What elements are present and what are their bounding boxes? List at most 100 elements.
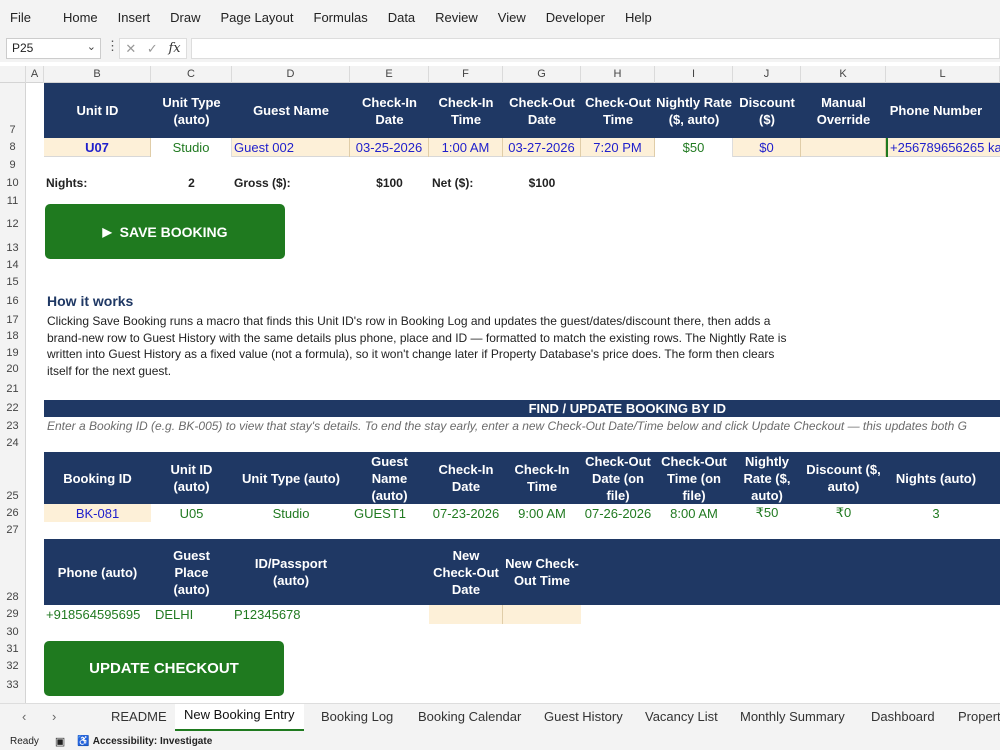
tab-scroll-left-icon[interactable]: ‹ — [22, 709, 26, 724]
row-30[interactable]: 30 — [0, 624, 26, 641]
row-31[interactable]: 31 — [0, 641, 26, 658]
next-field-input[interactable]: ka — [988, 138, 1000, 157]
new-checkout-time-input[interactable] — [503, 605, 581, 624]
row-7[interactable]: 7 — [0, 83, 26, 138]
tab-booking-log[interactable]: Booking Log — [321, 709, 393, 724]
menu-draw[interactable]: Draw — [170, 10, 200, 25]
col-i[interactable]: I — [655, 66, 733, 83]
formula-bar: P25 ⌄ ⋮ ✕ ✓ fx — [0, 34, 1000, 62]
tab-booking-calendar[interactable]: Booking Calendar — [418, 709, 521, 724]
row-17[interactable]: 17 — [0, 312, 26, 328]
row-14[interactable]: 14 — [0, 257, 26, 274]
unit-id-input[interactable]: U07 — [44, 138, 151, 157]
menu-data[interactable]: Data — [388, 10, 415, 25]
save-booking-button[interactable]: ▶ SAVE BOOKING — [45, 204, 285, 259]
header-guest-name: Guest Name — [253, 103, 329, 118]
tab-scroll-right-icon[interactable]: › — [52, 709, 56, 724]
manual-override-input[interactable] — [801, 138, 886, 157]
row-24[interactable]: 24 — [0, 435, 26, 452]
header-find-guest-name: Guest Name (auto) — [371, 453, 408, 503]
row-27[interactable]: 27 — [0, 522, 26, 539]
row-18[interactable]: 18 — [0, 328, 26, 345]
header-manual-override: Manual Override — [816, 94, 871, 127]
menu-view[interactable]: View — [498, 10, 526, 25]
col-d[interactable]: D — [232, 66, 350, 83]
chevron-down-icon[interactable]: ⌄ — [87, 40, 96, 53]
row-32[interactable]: 32 — [0, 658, 26, 675]
tab-monthly-summary[interactable]: Monthly Summary — [740, 709, 845, 724]
column-headers: A B C D E F G H I J K L — [0, 66, 1000, 83]
tab-guest-history[interactable]: Guest History — [544, 709, 623, 724]
tab-property[interactable]: Propert — [958, 709, 1000, 724]
tab-readme[interactable]: README — [111, 709, 167, 724]
row-15[interactable]: 15 — [0, 274, 26, 291]
how-line: written into Guest History as a fixed va… — [47, 347, 775, 361]
macro-icon[interactable]: ▣ — [55, 735, 65, 748]
row-23[interactable]: 23 — [0, 417, 26, 435]
col-e[interactable]: E — [350, 66, 429, 83]
discount-input[interactable]: $0 — [733, 138, 801, 157]
row-19[interactable]: 19 — [0, 345, 26, 361]
menu-help[interactable]: Help — [625, 10, 652, 25]
row-16[interactable]: 16 — [0, 291, 26, 312]
row-20[interactable]: 20 — [0, 361, 26, 378]
col-g[interactable]: G — [503, 66, 581, 83]
check-icon[interactable]: ✓ — [147, 41, 158, 57]
new-checkout-date-input[interactable] — [429, 605, 503, 624]
row-25[interactable]: 25 — [0, 452, 26, 504]
col-f[interactable]: F — [429, 66, 503, 83]
row-33[interactable]: 33 — [0, 675, 26, 703]
col-c[interactable]: C — [151, 66, 232, 83]
row-28[interactable]: 28 — [0, 539, 26, 605]
booking-id-input[interactable]: BK-081 — [44, 504, 151, 522]
name-box[interactable]: P25 ⌄ — [6, 38, 101, 59]
row-29[interactable]: 29 — [0, 605, 26, 624]
checkout-date-input[interactable]: 03-27-2026 — [503, 138, 581, 157]
cancel-icon[interactable]: ✕ — [125, 41, 136, 57]
col-a[interactable]: A — [26, 66, 44, 83]
row-11[interactable]: 11 — [0, 193, 26, 209]
phone-number-input[interactable]: +256789656265 — [886, 138, 988, 157]
menu-insert[interactable]: Insert — [118, 10, 151, 25]
header-checkout-time: Check-Out Time — [585, 94, 651, 127]
row-13[interactable]: 13 — [0, 240, 26, 257]
guest-name-input[interactable]: Guest 002 — [232, 138, 350, 157]
col-b[interactable]: B — [44, 66, 151, 83]
checkin-date-input[interactable]: 03-25-2026 — [350, 138, 429, 157]
update-checkout-button[interactable]: UPDATE CHECKOUT — [44, 641, 284, 696]
row-21[interactable]: 21 — [0, 378, 26, 400]
col-k[interactable]: K — [801, 66, 886, 83]
status-ready: Ready — [10, 735, 39, 747]
menu-file[interactable]: File — [10, 10, 31, 25]
tab-vacancy-list[interactable]: Vacancy List — [645, 709, 718, 724]
find-nights-value: 3 — [932, 505, 940, 521]
row-8[interactable]: 8 — [0, 138, 26, 157]
checkin-time-input[interactable]: 1:00 AM — [429, 138, 503, 157]
row-26[interactable]: 26 — [0, 504, 26, 522]
col-l[interactable]: L — [886, 66, 1000, 83]
formula-input[interactable] — [191, 38, 1000, 59]
menu-home[interactable]: Home — [63, 10, 98, 25]
tab-new-booking-entry[interactable]: New Booking Entry — [175, 704, 304, 731]
menu-formulas[interactable]: Formulas — [314, 10, 368, 25]
checkout-time-input[interactable]: 7:20 PM — [581, 138, 655, 157]
more-icon[interactable]: ⋮ — [106, 38, 119, 54]
formula-icons: ✕ ✓ fx — [119, 38, 187, 59]
header-guest-place: Guest Place (auto) — [173, 547, 210, 597]
row-12[interactable]: 12 — [0, 209, 26, 240]
col-h[interactable]: H — [581, 66, 655, 83]
accessibility-status[interactable]: Accessibility: Investigate — [93, 736, 213, 747]
select-all-corner[interactable] — [0, 66, 26, 83]
find-nightly-rate-value: ₹50 — [755, 505, 779, 520]
header-find-unit-type: Unit Type (auto) — [242, 470, 340, 486]
row-9[interactable]: 9 — [0, 157, 26, 173]
row-10[interactable]: 10 — [0, 173, 26, 193]
row-22[interactable]: 22 — [0, 400, 26, 417]
col-j[interactable]: J — [733, 66, 801, 83]
menu-page-layout[interactable]: Page Layout — [221, 10, 294, 25]
function-icon[interactable]: fx — [168, 41, 180, 56]
tab-dashboard[interactable]: Dashboard — [871, 709, 935, 724]
menu-review[interactable]: Review — [435, 10, 478, 25]
find-checkout-time-value: 8:00 AM — [670, 505, 718, 521]
menu-developer[interactable]: Developer — [546, 10, 605, 25]
